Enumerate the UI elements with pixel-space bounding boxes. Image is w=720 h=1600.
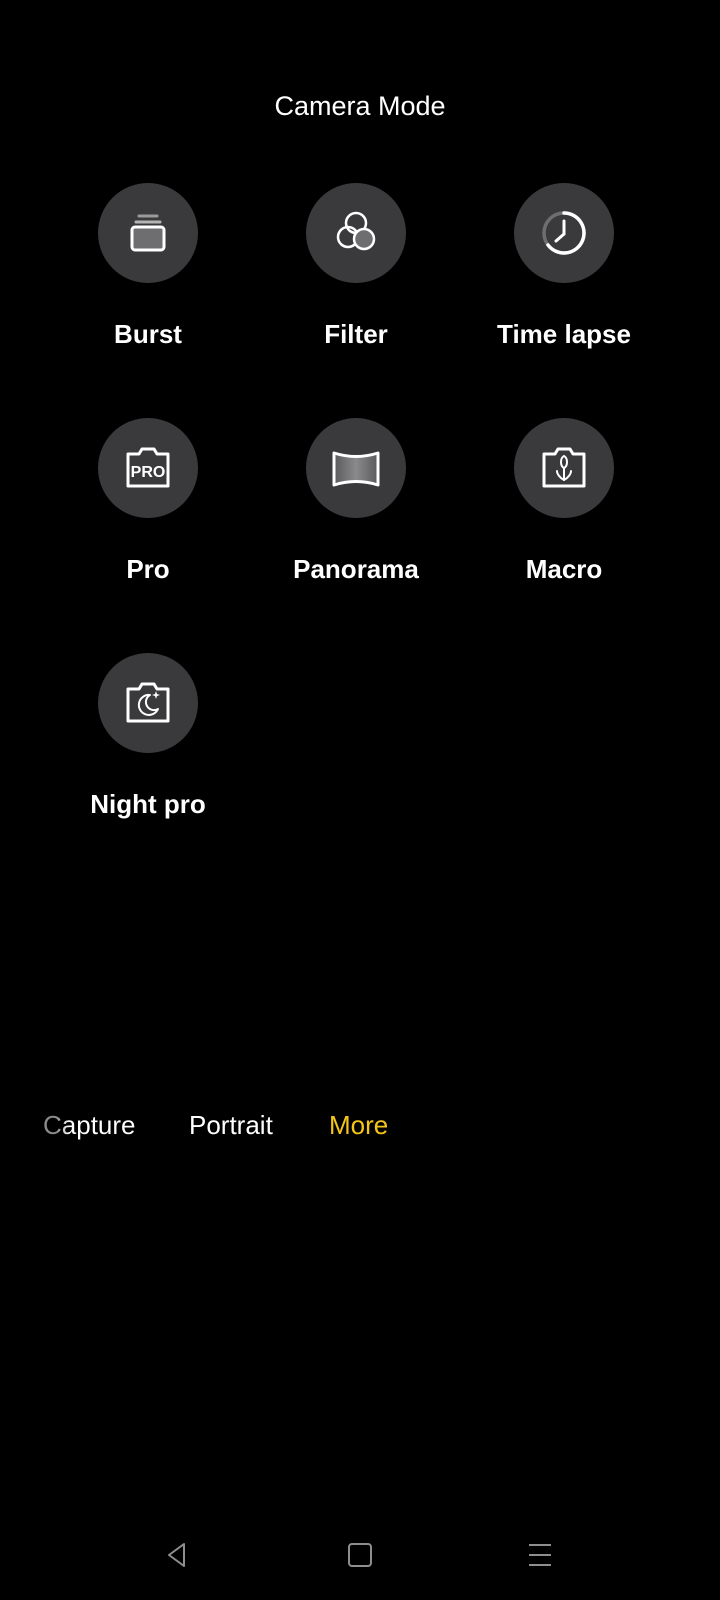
pro-icon-text: PRO bbox=[131, 464, 166, 481]
mode-night-pro[interactable]: Night pro bbox=[38, 653, 258, 820]
mode-panorama[interactable]: Panorama bbox=[246, 418, 466, 585]
mode-macro[interactable]: Macro bbox=[454, 418, 674, 585]
mode-label: Macro bbox=[525, 554, 603, 584]
mode-label: Burst bbox=[114, 319, 182, 349]
nav-home-button[interactable] bbox=[335, 1530, 385, 1580]
mode-time-lapse[interactable]: Time lapse bbox=[454, 183, 674, 350]
mode-label: Panorama bbox=[293, 554, 419, 584]
mode-label: Time lapse bbox=[497, 319, 631, 349]
tab-capture[interactable]: Capture bbox=[43, 1110, 136, 1141]
time-lapse-icon bbox=[514, 183, 614, 283]
back-icon bbox=[168, 1543, 185, 1567]
mode-pro[interactable]: PRO Pro bbox=[38, 418, 258, 585]
tab-portrait[interactable]: Portrait bbox=[189, 1110, 273, 1141]
filter-icon bbox=[306, 183, 406, 283]
page-title: Camera Mode bbox=[274, 91, 446, 121]
mode-tab-bar: Capture Portrait More bbox=[0, 1110, 720, 1150]
system-nav-bar bbox=[0, 1530, 720, 1580]
mode-label: Night pro bbox=[90, 789, 206, 819]
mode-burst[interactable]: Burst bbox=[38, 183, 258, 350]
mode-label: Pro bbox=[126, 554, 170, 584]
macro-icon bbox=[514, 418, 614, 518]
panorama-icon bbox=[306, 418, 406, 518]
menu-icon bbox=[529, 1544, 551, 1566]
nav-menu-button[interactable] bbox=[515, 1530, 565, 1580]
home-icon bbox=[348, 1543, 372, 1567]
burst-icon bbox=[98, 183, 198, 283]
pro-camera-icon: PRO bbox=[98, 418, 198, 518]
mode-label: Filter bbox=[324, 319, 388, 349]
night-camera-icon bbox=[98, 653, 198, 753]
tab-more[interactable]: More bbox=[329, 1110, 388, 1141]
nav-back-button[interactable] bbox=[152, 1530, 202, 1580]
mode-filter[interactable]: Filter bbox=[246, 183, 466, 350]
